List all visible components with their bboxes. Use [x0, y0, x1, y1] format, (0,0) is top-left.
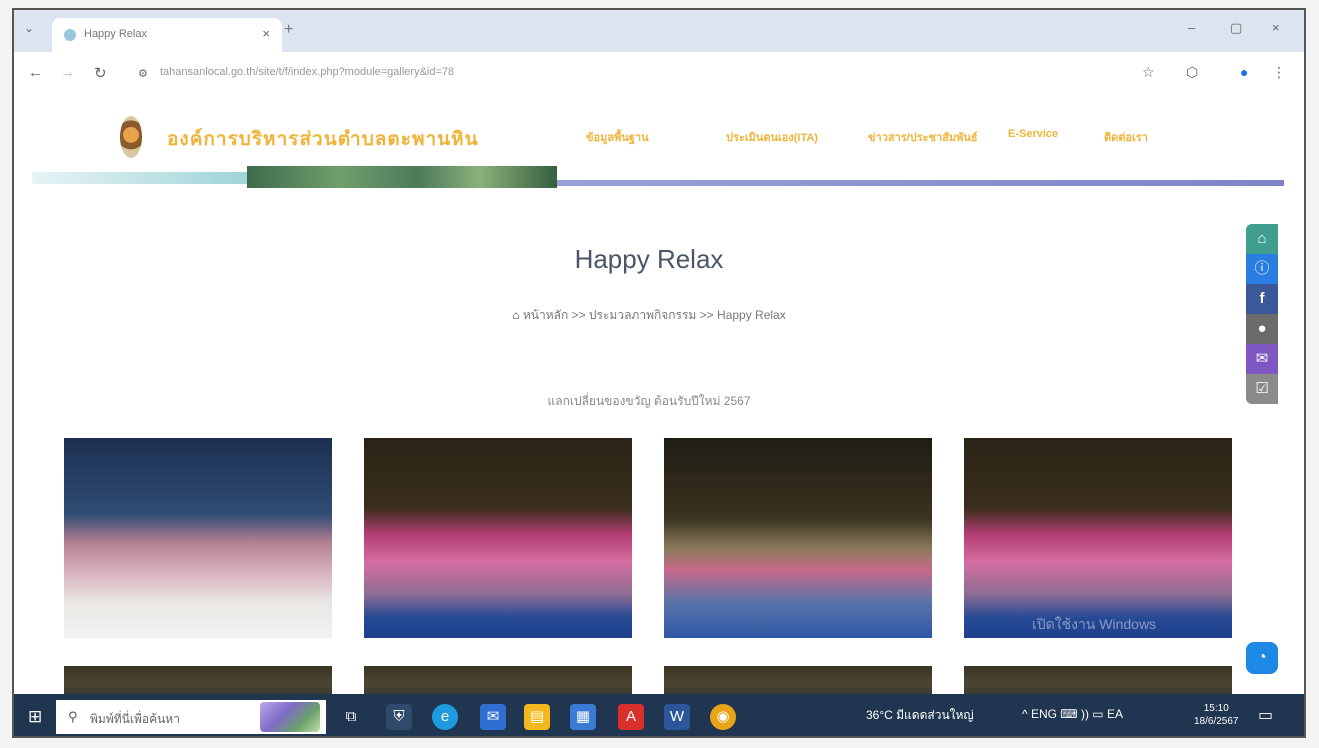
browser-tab[interactable]: Happy Relax ×: [52, 18, 282, 52]
search-highlight-image: [260, 702, 320, 732]
org-logo[interactable]: [120, 116, 142, 158]
messenger-chat-icon[interactable]: ◔: [1246, 642, 1278, 674]
gallery-photo[interactable]: [364, 438, 632, 638]
nav-menu-item[interactable]: ติดต่อเรา: [1104, 128, 1148, 146]
back-icon[interactable]: ←: [28, 64, 43, 81]
security-shield-icon[interactable]: ⛨: [386, 704, 412, 730]
gallery-photo[interactable]: [64, 438, 332, 638]
mail-app-icon[interactable]: ✉: [480, 704, 506, 730]
windows-taskbar: ⊞ ⚲ พิมพ์ที่นี่เพื่อค้นหา ⧉ ⛨ e ✉ ▤ ▦ A …: [14, 694, 1304, 736]
maximize-button[interactable]: ▢: [1230, 20, 1242, 36]
org-name[interactable]: องค์การบริหารส่วนตำบลตะพานหิน: [167, 124, 479, 154]
clock-time: 15:10: [1203, 703, 1229, 714]
store-icon[interactable]: ▦: [570, 704, 596, 730]
side-quick-links: ⌂ ⓘ f ● ✉ ☑: [1246, 224, 1278, 404]
clock-date: 18/6/2567: [1194, 716, 1239, 727]
edge-browser-icon[interactable]: e: [432, 704, 458, 730]
facebook-icon[interactable]: f: [1246, 284, 1278, 314]
info-icon[interactable]: ⓘ: [1246, 254, 1278, 284]
new-tab-button[interactable]: +: [284, 21, 293, 39]
site-info-icon[interactable]: ⚙: [138, 67, 148, 80]
tab-title: Happy Relax: [84, 28, 147, 40]
gallery-photo[interactable]: [664, 666, 932, 696]
windows-start-icon[interactable]: ⊞: [28, 707, 42, 727]
profile-icon[interactable]: ●: [1240, 64, 1248, 80]
gallery-photo[interactable]: [964, 666, 1232, 696]
word-icon[interactable]: W: [664, 704, 690, 730]
tab-close-icon[interactable]: ×: [262, 26, 270, 41]
acrobat-icon[interactable]: A: [618, 704, 644, 730]
breadcrumb-text[interactable]: หน้าหลัก >> ประมวลภาพกิจกรรม >> Happy Re…: [523, 308, 786, 322]
screen-frame: ⌄ Happy Relax × + – ▢ × ← → ↻ ⚙ tahansan…: [12, 8, 1306, 738]
browser-tab-bar: ⌄ Happy Relax × + – ▢ ×: [14, 10, 1304, 52]
notification-icon[interactable]: ▭: [1258, 705, 1273, 725]
checklist-icon[interactable]: ☑: [1246, 374, 1278, 404]
reload-icon[interactable]: ↻: [94, 64, 107, 82]
taskbar-clock[interactable]: 15:10 18/6/2567: [1194, 702, 1239, 728]
nav-menu-item[interactable]: ข้อมูลพื้นฐาน: [586, 128, 649, 146]
banner-image: [247, 166, 557, 188]
home-icon[interactable]: ⌂: [512, 308, 519, 322]
extensions-icon[interactable]: ⬡: [1186, 64, 1198, 81]
gallery-photo[interactable]: [364, 666, 632, 696]
windows-activation-watermark: เปิดใช้งาน Windows: [1032, 616, 1157, 632]
address-bar-row: ← → ↻ ⚙ tahansanlocal.go.th/site/t/f/ind…: [14, 52, 1304, 97]
mail-icon[interactable]: ✉: [1246, 344, 1278, 374]
gallery-photo[interactable]: [664, 438, 932, 638]
gallery-photo[interactable]: [64, 666, 332, 696]
home-icon[interactable]: ⌂: [1246, 224, 1278, 254]
bookmark-star-icon[interactable]: ☆: [1142, 64, 1155, 81]
album-title: แลกเปลี่ยนของขวัญ ต้อนรับปีใหม่ 2567: [547, 394, 751, 408]
user-icon[interactable]: ●: [1246, 314, 1278, 344]
url-text[interactable]: tahansanlocal.go.th/site/t/f/index.php?m…: [160, 66, 454, 78]
file-explorer-icon[interactable]: ▤: [524, 704, 550, 730]
forward-icon[interactable]: →: [60, 64, 75, 81]
browser-menu-icon[interactable]: ⋮: [1272, 64, 1286, 81]
task-view-icon[interactable]: ⧉: [338, 704, 364, 730]
website-viewport: องค์การบริหารส่วนตำบลตะพานหิน ข้อมูลพื้น…: [14, 96, 1304, 736]
header-banner: [32, 166, 1284, 190]
close-window-button[interactable]: ×: [1272, 20, 1280, 35]
taskbar-search[interactable]: ⚲ พิมพ์ที่นี่เพื่อค้นหา: [56, 700, 326, 734]
tab-search-icon[interactable]: ⌄: [24, 21, 34, 35]
minimize-button[interactable]: –: [1188, 20, 1195, 35]
system-tray[interactable]: ^ ENG ⌨ )) ▭ EA: [1022, 707, 1123, 721]
nav-menu-item[interactable]: ประเมินตนเอง(ITA): [726, 128, 818, 146]
banner-left: [32, 172, 247, 184]
gallery-photo[interactable]: เปิดใช้งาน Windows: [964, 438, 1232, 638]
search-placeholder: พิมพ์ที่นี่เพื่อค้นหา: [90, 712, 180, 726]
weather-widget[interactable]: 36°C มีแดดส่วนใหญ่: [866, 706, 974, 725]
banner-right-bar: [557, 180, 1284, 186]
nav-menu-item[interactable]: E-Service: [1008, 128, 1058, 140]
nav-menu-item[interactable]: ข่าวสาร/ประชาสัมพันธ์: [868, 128, 978, 146]
breadcrumb: ⌂ หน้าหลัก >> ประมวลภาพกิจกรรม >> Happy …: [14, 306, 1284, 325]
tab-favicon-icon: [64, 29, 76, 41]
chrome-icon[interactable]: ◉: [710, 704, 736, 730]
search-icon: ⚲: [68, 709, 78, 724]
page-title: Happy Relax: [574, 244, 724, 274]
